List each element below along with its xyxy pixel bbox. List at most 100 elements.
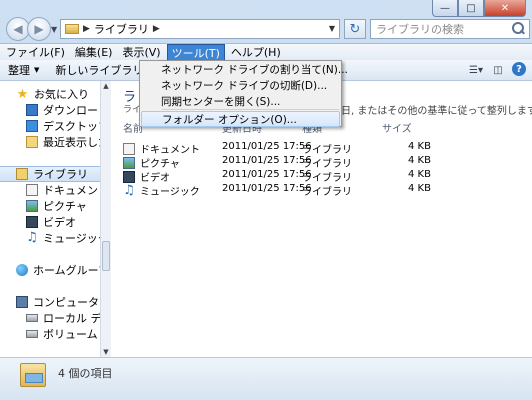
scroll-up-icon[interactable]: ▲ <box>101 81 111 91</box>
menu-file[interactable]: ファイル(F) <box>2 44 69 61</box>
menu-item-disconnect-network-drive[interactable]: ネットワーク ドライブの切断(D)... <box>141 78 340 94</box>
nav-pictures-label: ピクチャ <box>43 200 87 213</box>
music-library-icon: ♫ <box>123 182 135 198</box>
forward-button[interactable]: ▶ <box>27 17 51 41</box>
nav-videos[interactable]: ビデオ <box>26 214 76 230</box>
nav-desktop[interactable]: デスクトップ <box>26 118 109 134</box>
nav-local-disk[interactable]: ローカル ディス <box>26 310 110 326</box>
nav-videos-label: ビデオ <box>43 216 76 229</box>
nav-computer-label: コンピューター <box>33 296 110 309</box>
scrollbar-thumb[interactable] <box>102 241 110 271</box>
forward-arrow-icon: ▶ <box>34 22 44 36</box>
row-size: 4 KB <box>408 169 431 180</box>
library-folder-icon <box>20 363 46 387</box>
row-type: ライブラリ <box>302 187 352 198</box>
libraries-icon <box>16 168 28 180</box>
recent-places-icon <box>26 136 38 148</box>
row-date: 2011/01/25 17:56 <box>222 183 312 194</box>
breadcrumb-libraries[interactable]: ライブラリ <box>94 21 149 37</box>
menu-edit[interactable]: 編集(E) <box>71 44 117 61</box>
address-history-dropdown-icon[interactable]: ▼ <box>329 24 335 33</box>
star-icon: ★ <box>16 86 29 102</box>
row-date: 2011/01/25 17:56 <box>222 155 312 166</box>
preview-pane-icon[interactable]: ◫ <box>490 62 506 78</box>
library-folder-icon <box>65 24 79 34</box>
navigation-bar: ◀ ▶ ▼ ▶ ライブラリ ▶ ▼ ↻ ライブラリの検索 <box>4 17 530 43</box>
table-row[interactable]: ビデオ <box>123 169 170 184</box>
menu-item-folder-options[interactable]: フォルダー オプション(O)... <box>141 111 340 127</box>
new-library-button[interactable]: 新しいライブラリ <box>47 62 151 78</box>
video-library-icon <box>123 170 135 183</box>
tools-menu: ネットワーク ドライブの割り当て(N)... ネットワーク ドライブの切断(D)… <box>139 60 348 127</box>
menu-item-open-sync-center[interactable]: 同期センターを開く(S)... <box>141 94 340 110</box>
details-pane: 4 個の項目 <box>0 357 532 400</box>
refresh-button[interactable]: ↻ <box>344 19 366 39</box>
address-bar[interactable]: ▶ ライブラリ ▶ ▼ <box>60 19 340 39</box>
search-box[interactable]: ライブラリの検索 <box>370 19 530 39</box>
nav-libraries-label: ライブラリ <box>33 168 88 181</box>
music-library-icon: ♫ <box>26 230 38 245</box>
navigation-pane-scrollbar[interactable]: ▲ ▼ <box>100 81 111 357</box>
table-row[interactable]: ドキュメント <box>123 141 200 156</box>
back-arrow-icon: ◀ <box>13 22 23 36</box>
caption-buttons: — □ ✕ <box>432 0 526 18</box>
item-count: 4 個の項目 <box>58 367 113 380</box>
refresh-icon: ↻ <box>349 21 361 37</box>
breadcrumb-separator-icon[interactable]: ▶ <box>83 24 90 34</box>
computer-icon <box>16 296 28 308</box>
table-row[interactable]: ♫ ミュージック <box>123 182 200 199</box>
organize-button[interactable]: 整理 ▼ <box>0 62 47 78</box>
column-header-size[interactable]: サイズ <box>382 120 412 135</box>
row-name: ピクチャ <box>140 159 180 170</box>
row-date: 2011/01/25 17:56 <box>222 169 312 180</box>
recent-pages-dropdown-icon[interactable]: ▼ <box>51 25 57 34</box>
row-name: ドキュメント <box>140 145 200 156</box>
menu-tools[interactable]: ツール(T) <box>166 44 225 61</box>
nav-pictures[interactable]: ピクチャ <box>26 198 87 214</box>
picture-library-icon <box>123 156 135 169</box>
minimize-button[interactable]: — <box>432 0 458 17</box>
nav-computer[interactable]: コンピューター <box>16 294 110 310</box>
video-library-icon <box>26 216 38 228</box>
row-date: 2011/01/25 17:56 <box>222 141 312 152</box>
breadcrumb-separator-icon[interactable]: ▶ <box>153 24 160 34</box>
row-type: ライブラリ <box>302 159 352 170</box>
homegroup-icon <box>16 264 28 276</box>
search-input[interactable]: ライブラリの検索 <box>376 21 510 37</box>
document-library-icon <box>123 142 135 155</box>
organize-label: 整理 <box>8 64 30 77</box>
downloads-icon <box>26 104 38 116</box>
nav-libraries[interactable]: ライブラリ <box>0 166 100 182</box>
table-row[interactable]: ピクチャ <box>123 155 180 170</box>
maximize-button[interactable]: □ <box>458 0 484 17</box>
row-size: 4 KB <box>408 155 431 166</box>
nav-downloads[interactable]: ダウンロード <box>26 102 109 118</box>
row-size: 4 KB <box>408 183 431 194</box>
chevron-down-icon: ▼ <box>34 66 40 74</box>
search-icon <box>510 21 526 37</box>
menu-help[interactable]: ヘルプ(H) <box>227 44 285 61</box>
row-name: ミュージック <box>140 187 200 198</box>
scroll-down-icon[interactable]: ▼ <box>101 347 111 357</box>
library-description: 日, またはその他の基準に従って整列します。 <box>341 106 532 117</box>
view-options-icon[interactable]: ☰▾ <box>468 62 484 78</box>
navigation-pane: ★ お気に入り ダウンロード デスクトップ 最近表示した場 ライブラリ ドキュメン… <box>0 81 111 357</box>
nav-recent-places[interactable]: 最近表示した場 <box>26 134 110 150</box>
nav-homegroup-label: ホームグループ <box>33 264 110 277</box>
menu-view[interactable]: 表示(V) <box>118 44 164 61</box>
picture-library-icon <box>26 200 38 212</box>
hard-drive-icon <box>26 314 38 322</box>
drive-icon <box>26 330 38 338</box>
nav-music[interactable]: ♫ ミュージック <box>26 230 109 246</box>
menu-item-map-network-drive[interactable]: ネットワーク ドライブの割り当て(N)... <box>141 62 348 78</box>
nav-favorites[interactable]: ★ お気に入り <box>16 86 89 102</box>
row-type: ライブラリ <box>302 145 352 156</box>
desktop-icon <box>26 120 38 132</box>
document-library-icon <box>26 184 38 196</box>
help-icon[interactable]: ? <box>512 62 526 76</box>
nav-documents[interactable]: ドキュメント <box>26 182 109 198</box>
nav-volume-e[interactable]: ボリューム (E:) <box>26 326 110 342</box>
nav-homegroup[interactable]: ホームグループ <box>16 262 109 278</box>
nav-favorites-label: お気に入り <box>34 88 89 101</box>
close-button[interactable]: ✕ <box>484 0 526 17</box>
